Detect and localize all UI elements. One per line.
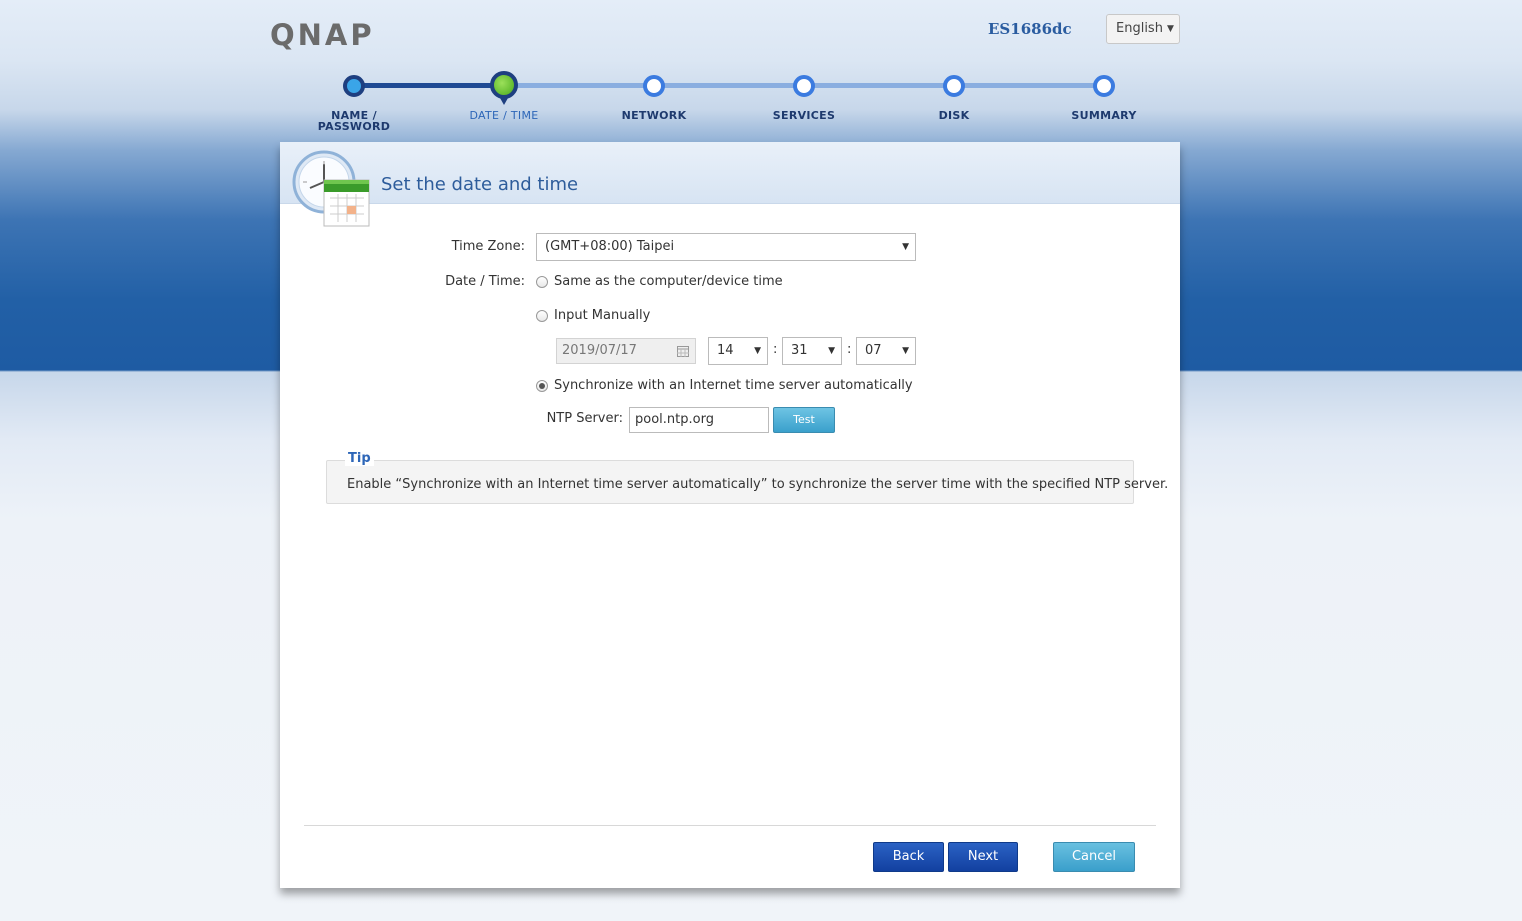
- tip-box: Tip Enable “Synchronize with an Internet…: [326, 451, 1168, 504]
- date-input[interactable]: 2019/07/17: [556, 338, 696, 364]
- radio-same-as-computer[interactable]: [536, 275, 548, 288]
- step-label-date-time: DATE / TIME: [469, 109, 539, 122]
- hour-value: 14: [717, 343, 734, 358]
- step-node-disk: [943, 75, 965, 97]
- progress-track-done: [354, 83, 504, 88]
- test-ntp-button[interactable]: Test: [773, 407, 835, 433]
- ntp-server-label: NTP Server:: [546, 411, 623, 426]
- language-label: English: [1116, 21, 1163, 36]
- timezone-select[interactable]: (GMT+08:00) Taipei ▼: [536, 233, 916, 261]
- setup-progress-stepper: NAME / PASSWORD DATE / TIME NETWORK SERV…: [280, 70, 1180, 140]
- qnap-logo: QNAP: [270, 18, 375, 52]
- option-sync-ntp[interactable]: Synchronize with an Internet time server…: [536, 378, 913, 393]
- language-dropdown[interactable]: English ▼: [1106, 14, 1180, 44]
- step-node-network: [643, 75, 665, 97]
- caret-down-icon: ▼: [1166, 24, 1174, 34]
- step-label-disk: DISK: [938, 109, 970, 122]
- option-manual-label: Input Manually: [554, 308, 651, 323]
- step-label-summary: SUMMARY: [1071, 109, 1137, 122]
- datetime-label: Date / Time:: [445, 274, 525, 289]
- tip-text: Enable “Synchronize with an Internet tim…: [347, 477, 1169, 492]
- second-value: 07: [865, 343, 882, 358]
- option-input-manually[interactable]: Input Manually: [536, 308, 650, 323]
- step-label-services: SERVICES: [772, 109, 836, 122]
- ntp-server-value: pool.ntp.org: [635, 412, 714, 427]
- panel-header: Set the date and time: [280, 142, 1180, 227]
- next-button[interactable]: Next: [948, 842, 1018, 872]
- radio-input-manually[interactable]: [536, 309, 548, 322]
- step-label-network: NETWORK: [621, 109, 687, 122]
- step-node-date-time: [490, 71, 518, 105]
- dropdown-arrow-icon: ▼: [754, 346, 761, 356]
- time-separator: :: [847, 342, 852, 357]
- second-select[interactable]: 07 ▼: [856, 337, 916, 365]
- calendar-icon[interactable]: [677, 346, 689, 357]
- footer-divider: [304, 825, 1156, 826]
- panel-title: Set the date and time: [381, 174, 579, 195]
- timezone-value: (GMT+08:00) Taipei: [545, 239, 675, 254]
- step-node-name-password: [343, 75, 365, 97]
- dropdown-arrow-icon: ▼: [828, 346, 835, 356]
- hour-select[interactable]: 14 ▼: [708, 337, 768, 365]
- dropdown-arrow-icon: ▼: [902, 346, 909, 356]
- option-same-label: Same as the computer/device time: [554, 274, 783, 289]
- minute-value: 31: [791, 343, 808, 358]
- clock-calendar-icon: [292, 150, 370, 227]
- option-sync-label: Synchronize with an Internet time server…: [554, 378, 913, 393]
- step-node-summary: [1093, 75, 1115, 97]
- step-node-services: [793, 75, 815, 97]
- option-same-as-computer[interactable]: Same as the computer/device time: [536, 274, 783, 289]
- timezone-label: Time Zone:: [451, 239, 525, 254]
- radio-sync-ntp[interactable]: [536, 379, 548, 392]
- tip-title: Tip: [345, 451, 374, 466]
- date-value: 2019/07/17: [562, 343, 637, 358]
- device-model-name: ES1686dc: [988, 20, 1072, 38]
- setup-panel: Set the date and time Time Zone: (GMT+08…: [280, 142, 1180, 888]
- back-button[interactable]: Back: [873, 842, 944, 872]
- step-label-name-password: NAME / PASSWORD: [317, 109, 391, 133]
- dropdown-arrow-icon: ▼: [902, 242, 909, 252]
- minute-select[interactable]: 31 ▼: [782, 337, 842, 365]
- ntp-server-input[interactable]: pool.ntp.org: [629, 407, 769, 433]
- cancel-button[interactable]: Cancel: [1053, 842, 1135, 872]
- time-separator: :: [773, 342, 778, 357]
